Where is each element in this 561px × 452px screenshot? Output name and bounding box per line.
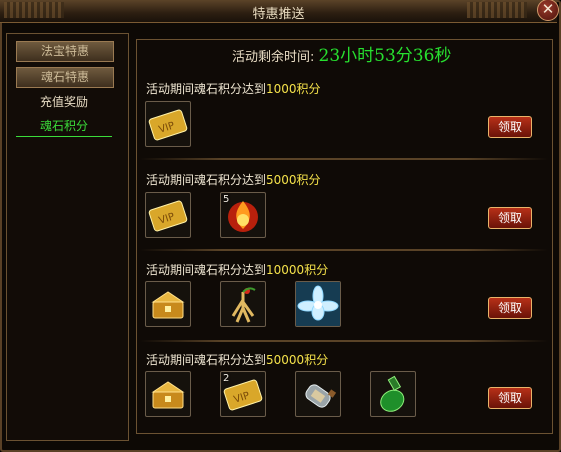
scroll-bottle-icon[interactable]	[295, 371, 341, 417]
condition-points: 10000积分	[266, 263, 329, 277]
condition-points: 5000积分	[266, 173, 321, 187]
close-icon[interactable]: ✕	[537, 0, 559, 21]
row-divider	[140, 340, 548, 342]
claim-button[interactable]: 领取	[488, 387, 532, 409]
reward-condition: 活动期间魂石积分达到50000积分	[146, 351, 328, 368]
reward-panel	[136, 39, 553, 434]
gold-chest-icon[interactable]	[145, 371, 191, 417]
window-title: 特惠推送	[252, 7, 305, 22]
vip-card-icon[interactable]: VIP 2	[220, 371, 266, 417]
vip-card-icon[interactable]: VIP	[145, 192, 191, 238]
item-count: 5	[223, 194, 230, 205]
reward-condition: 活动期间魂石积分达到10000积分	[146, 261, 328, 278]
tab-hunshi-points[interactable]: 魂石积分	[16, 117, 112, 137]
vip-card-icon[interactable]: VIP	[145, 101, 191, 147]
claim-button[interactable]: 领取	[488, 116, 532, 138]
green-potion-icon[interactable]	[370, 371, 416, 417]
title-bar[interactable]: 特惠推送	[0, 0, 557, 23]
condition-points: 50000积分	[266, 353, 329, 367]
row-divider	[140, 249, 548, 251]
reward-condition: 活动期间魂石积分达到5000积分	[146, 171, 321, 188]
gold-chest-icon[interactable]	[145, 281, 191, 327]
condition-prefix: 活动期间魂石积分达到	[146, 82, 267, 96]
tab-recharge-reward[interactable]: 充值奖励	[16, 93, 112, 112]
claim-button[interactable]: 领取	[488, 297, 532, 319]
condition-prefix: 活动期间魂石积分达到	[146, 353, 267, 367]
item-count: 2	[223, 373, 230, 384]
condition-prefix: 活动期间魂石积分达到	[146, 263, 267, 277]
condition-prefix: 活动期间魂石积分达到	[146, 173, 267, 187]
row-divider	[140, 158, 548, 160]
snow-lotus-icon[interactable]	[295, 281, 341, 327]
ginseng-icon[interactable]	[220, 281, 266, 327]
reward-condition: 活动期间魂石积分达到1000积分	[146, 80, 321, 97]
fire-orb-icon[interactable]: 5	[220, 192, 266, 238]
countdown: 活动剩余时间: 23小时53分36秒	[232, 41, 451, 66]
countdown-label: 活动剩余时间:	[232, 50, 315, 65]
countdown-value: 23小时53分36秒	[318, 46, 452, 66]
tab-fabao-special[interactable]: 法宝特惠	[16, 41, 114, 62]
tab-hunshi-special[interactable]: 魂石特惠	[16, 67, 114, 88]
claim-button[interactable]: 领取	[488, 207, 532, 229]
condition-points: 1000积分	[266, 82, 321, 96]
